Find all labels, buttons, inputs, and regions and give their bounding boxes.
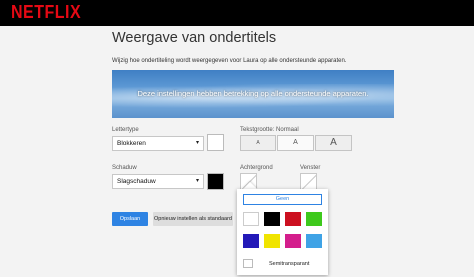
background-color-popup: Geen Semitransparant xyxy=(237,189,328,275)
text-size-large-button[interactable]: A xyxy=(315,135,352,151)
shadow-label: Schaduw xyxy=(112,165,137,171)
color-option-yellow[interactable] xyxy=(264,234,280,248)
no-color-button[interactable]: Geen xyxy=(243,194,322,205)
top-bar: NETFLIX xyxy=(0,0,474,26)
color-option-red[interactable] xyxy=(285,212,301,226)
page-subtitle: Wijzig hoe ondertiteling wordt weergegev… xyxy=(112,58,347,64)
shadow-color-swatch[interactable] xyxy=(207,173,224,190)
font-color-swatch[interactable] xyxy=(207,134,224,151)
color-option-magenta[interactable] xyxy=(285,234,301,248)
semitransparent-checkbox[interactable] xyxy=(243,259,253,268)
window-label: Venster xyxy=(300,165,321,171)
reset-default-button[interactable]: Opnieuw instellen als standaard xyxy=(153,212,233,226)
save-button[interactable]: Opslaan xyxy=(112,212,148,226)
text-size-medium-button[interactable]: A xyxy=(277,135,314,151)
semitransparent-label: Semitransparant xyxy=(269,261,310,267)
text-size-small-button[interactable]: A xyxy=(240,135,276,151)
shadow-select[interactable]: Slagschaduw ▾ xyxy=(112,174,204,189)
color-option-cyan[interactable] xyxy=(306,234,322,248)
text-size-label: Tekstgrootte: Normaal xyxy=(240,127,299,133)
color-option-white[interactable] xyxy=(243,212,259,226)
font-label: Lettertype xyxy=(112,127,139,133)
color-option-blue[interactable] xyxy=(243,234,259,248)
page-title: Weergave van ondertitels xyxy=(112,30,277,46)
window-color-swatch[interactable] xyxy=(300,173,317,190)
background-label: Achtergrond xyxy=(240,165,273,171)
netflix-logo[interactable]: NETFLIX xyxy=(11,3,81,24)
chevron-down-icon: ▾ xyxy=(195,178,199,184)
font-select-value: Blokkeren xyxy=(117,140,146,147)
font-select[interactable]: Blokkeren ▾ xyxy=(112,136,204,151)
preview-banner: Deze instellingen hebben betrekking op a… xyxy=(112,70,394,118)
color-option-black[interactable] xyxy=(264,212,280,226)
color-option-green[interactable] xyxy=(306,212,322,226)
shadow-select-value: Slagschaduw xyxy=(117,178,156,185)
banner-text: Deze instellingen hebben betrekking op a… xyxy=(137,89,369,98)
chevron-down-icon: ▾ xyxy=(195,140,199,146)
